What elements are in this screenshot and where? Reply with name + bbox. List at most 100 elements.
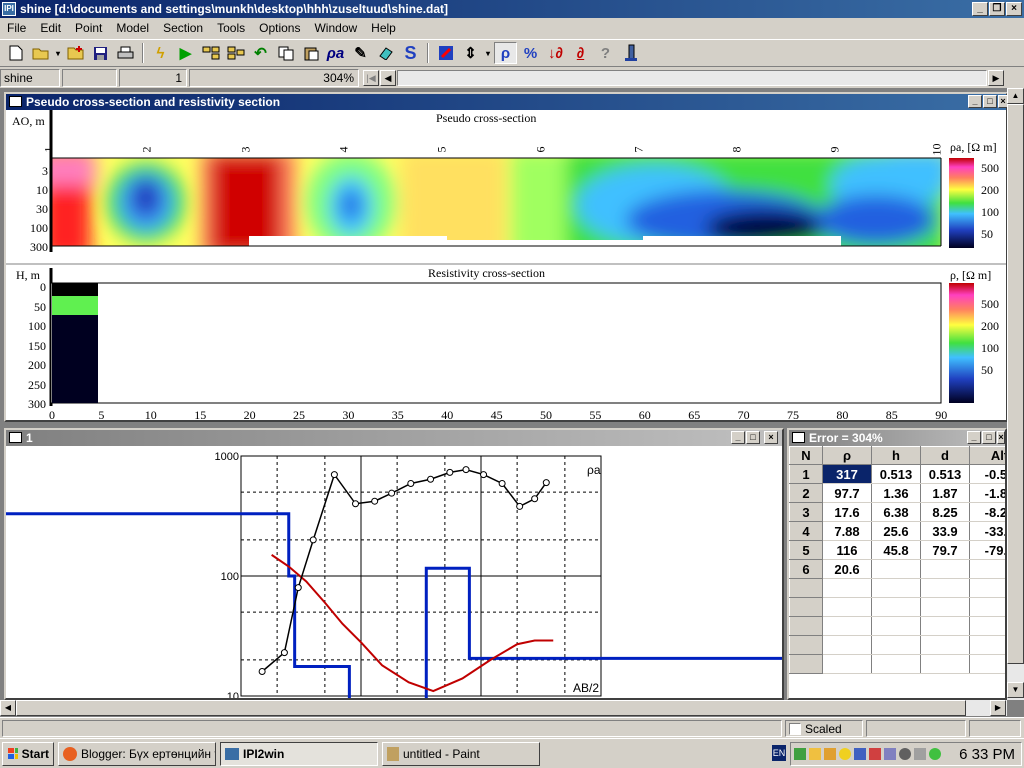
table-cell[interactable]: [871, 654, 921, 674]
table-cell[interactable]: 33.9: [920, 521, 970, 541]
row-number[interactable]: 2: [789, 483, 823, 503]
table-cell[interactable]: [920, 635, 970, 655]
scaled-checkbox[interactable]: [789, 722, 801, 735]
table-cell[interactable]: [969, 616, 1005, 636]
rho-toggle-icon[interactable]: ρ: [494, 42, 517, 64]
main-horizontal-scrollbar[interactable]: ◀ ▶: [0, 700, 1007, 716]
scroll-right-icon[interactable]: ▶: [990, 700, 1006, 716]
row-number[interactable]: 5: [789, 540, 823, 560]
save-icon[interactable]: [89, 42, 112, 64]
table-cell[interactable]: -33.8: [969, 521, 1005, 541]
lightning-icon[interactable]: ϟ: [149, 42, 172, 64]
data-point[interactable]: [542, 479, 550, 487]
table-cell[interactable]: [920, 654, 970, 674]
data-point[interactable]: [516, 502, 524, 510]
scroll-up-icon[interactable]: ▲: [1007, 88, 1024, 104]
data-point[interactable]: [427, 475, 435, 483]
eraser-icon[interactable]: [374, 42, 397, 64]
menu-item-model[interactable]: Model: [109, 21, 156, 35]
menu-item-edit[interactable]: Edit: [33, 21, 68, 35]
column-header[interactable]: d: [920, 446, 970, 465]
table-cell[interactable]: [871, 597, 921, 617]
paste-icon[interactable]: [299, 42, 322, 64]
column-header[interactable]: h: [871, 446, 921, 465]
table-cell[interactable]: 25.6: [871, 521, 921, 541]
table-cell[interactable]: 97.7: [822, 483, 872, 503]
table-row[interactable]: 47.8825.633.9-33.8: [789, 521, 1005, 541]
table-cell[interactable]: [822, 597, 872, 617]
menu-item-options[interactable]: Options: [252, 21, 307, 35]
table-cell[interactable]: [969, 597, 1005, 617]
pen-icon[interactable]: ✎: [349, 42, 372, 64]
row-number[interactable]: 6: [789, 559, 823, 579]
table-cell[interactable]: 20.6: [822, 559, 872, 579]
table-row[interactable]: [789, 597, 1005, 617]
table-row[interactable]: [789, 635, 1005, 655]
table-row[interactable]: 6 20.6: [789, 559, 1005, 579]
table-cell[interactable]: [969, 654, 1005, 674]
data-point[interactable]: [371, 497, 379, 505]
minimize-button[interactable]: _: [972, 2, 988, 16]
table-cell[interactable]: [969, 578, 1005, 598]
error-maximize-button[interactable]: □: [982, 431, 996, 444]
table-cell[interactable]: 8.25: [920, 502, 970, 522]
table-cell[interactable]: 1.87: [920, 483, 970, 503]
menu-item-point[interactable]: Point: [68, 21, 109, 35]
menu-item-section[interactable]: Section: [156, 21, 210, 35]
data-point[interactable]: [407, 479, 415, 487]
table-cell[interactable]: [920, 616, 970, 636]
open-folder-icon[interactable]: [29, 42, 52, 64]
new-file-icon[interactable]: [4, 42, 27, 64]
run-icon[interactable]: ▶: [174, 42, 197, 64]
restore-button[interactable]: ❐: [989, 2, 1005, 16]
derivative-icon[interactable]: ∂: [569, 42, 592, 64]
taskbar-item-ipi2win[interactable]: IPI2win: [220, 741, 378, 766]
tray-icon[interactable]: [809, 748, 821, 760]
taskbar-item-browser[interactable]: Blogger: Бүх ертөнцийн т...: [58, 741, 216, 766]
taskbar-item-paint[interactable]: untitled - Paint: [382, 741, 540, 766]
row-number[interactable]: [789, 597, 823, 617]
merge-icon[interactable]: [224, 42, 247, 64]
add-file-icon[interactable]: [64, 42, 87, 64]
table-cell[interactable]: 0.513: [871, 464, 921, 484]
print-icon[interactable]: [114, 42, 137, 64]
table-cell[interactable]: 116: [822, 540, 872, 560]
table-row[interactable]: 13170.5130.513-0.51: [789, 464, 1005, 484]
menu-item-file[interactable]: File: [0, 21, 33, 35]
table-cell[interactable]: 1.36: [871, 483, 921, 503]
tray-icon[interactable]: [884, 748, 896, 760]
tray-icon[interactable]: [839, 748, 851, 760]
tray-icon[interactable]: [869, 748, 881, 760]
error-minimize-button[interactable]: _: [967, 431, 981, 444]
language-indicator[interactable]: EN: [772, 745, 786, 761]
data-point[interactable]: [352, 500, 360, 508]
scroll-thumb[interactable]: [1007, 104, 1024, 664]
table-row[interactable]: [789, 654, 1005, 674]
tray-icon[interactable]: [914, 748, 926, 760]
data-point[interactable]: [531, 495, 539, 503]
start-button[interactable]: Start: [2, 741, 54, 766]
table-cell[interactable]: [822, 635, 872, 655]
copy-icon[interactable]: [274, 42, 297, 64]
row-number[interactable]: 1: [789, 464, 823, 484]
row-number[interactable]: [789, 635, 823, 655]
data-point[interactable]: [309, 536, 317, 544]
table-row[interactable]: 511645.879.7-79.6: [789, 540, 1005, 560]
tray-icon[interactable]: [854, 748, 866, 760]
data-point[interactable]: [294, 584, 302, 592]
row-number[interactable]: [789, 578, 823, 598]
table-cell[interactable]: [920, 597, 970, 617]
table-cell[interactable]: [969, 559, 1005, 579]
table-row[interactable]: [789, 616, 1005, 636]
table-row[interactable]: 317.66.388.25-8.25: [789, 502, 1005, 522]
rho-a-icon[interactable]: ρa: [324, 42, 347, 64]
scroll-down-icon[interactable]: ▼: [1007, 682, 1024, 698]
data-point[interactable]: [258, 668, 266, 676]
data-point[interactable]: [330, 471, 338, 479]
dropdown-arrow-icon[interactable]: ▾: [484, 42, 492, 64]
table-cell[interactable]: -8.25: [969, 502, 1005, 522]
table-row[interactable]: 297.71.361.87-1.87: [789, 483, 1005, 503]
table-cell[interactable]: [871, 616, 921, 636]
table-cell[interactable]: [871, 559, 921, 579]
curve-close-button[interactable]: ×: [764, 431, 778, 444]
